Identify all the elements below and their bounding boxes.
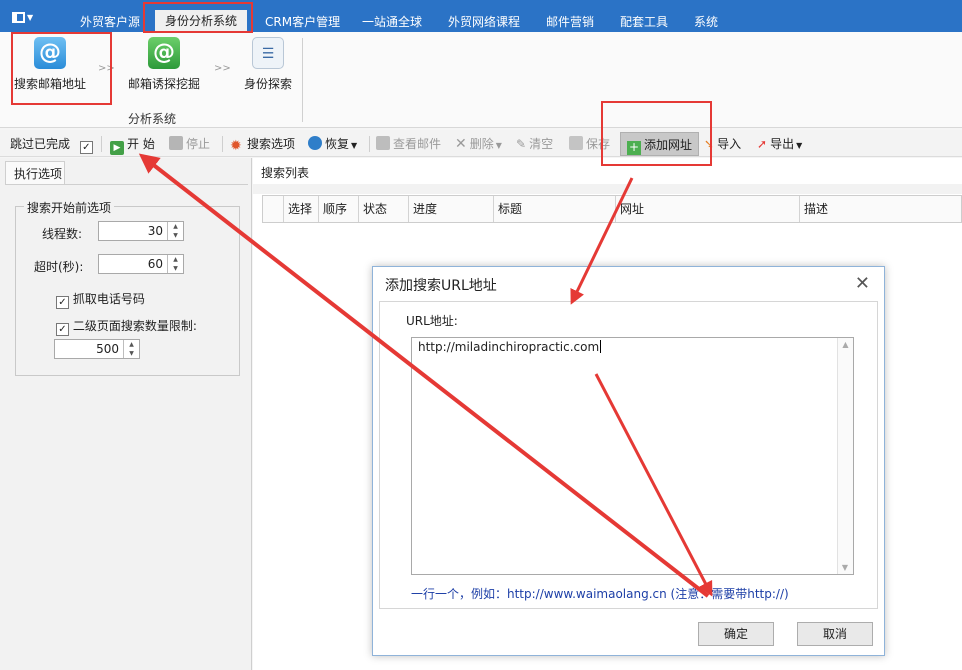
annotation-arrow	[138, 153, 710, 598]
annotation-arrows	[138, 153, 713, 598]
annotation-arrow	[570, 177, 634, 305]
annotation-arrow	[594, 373, 713, 597]
